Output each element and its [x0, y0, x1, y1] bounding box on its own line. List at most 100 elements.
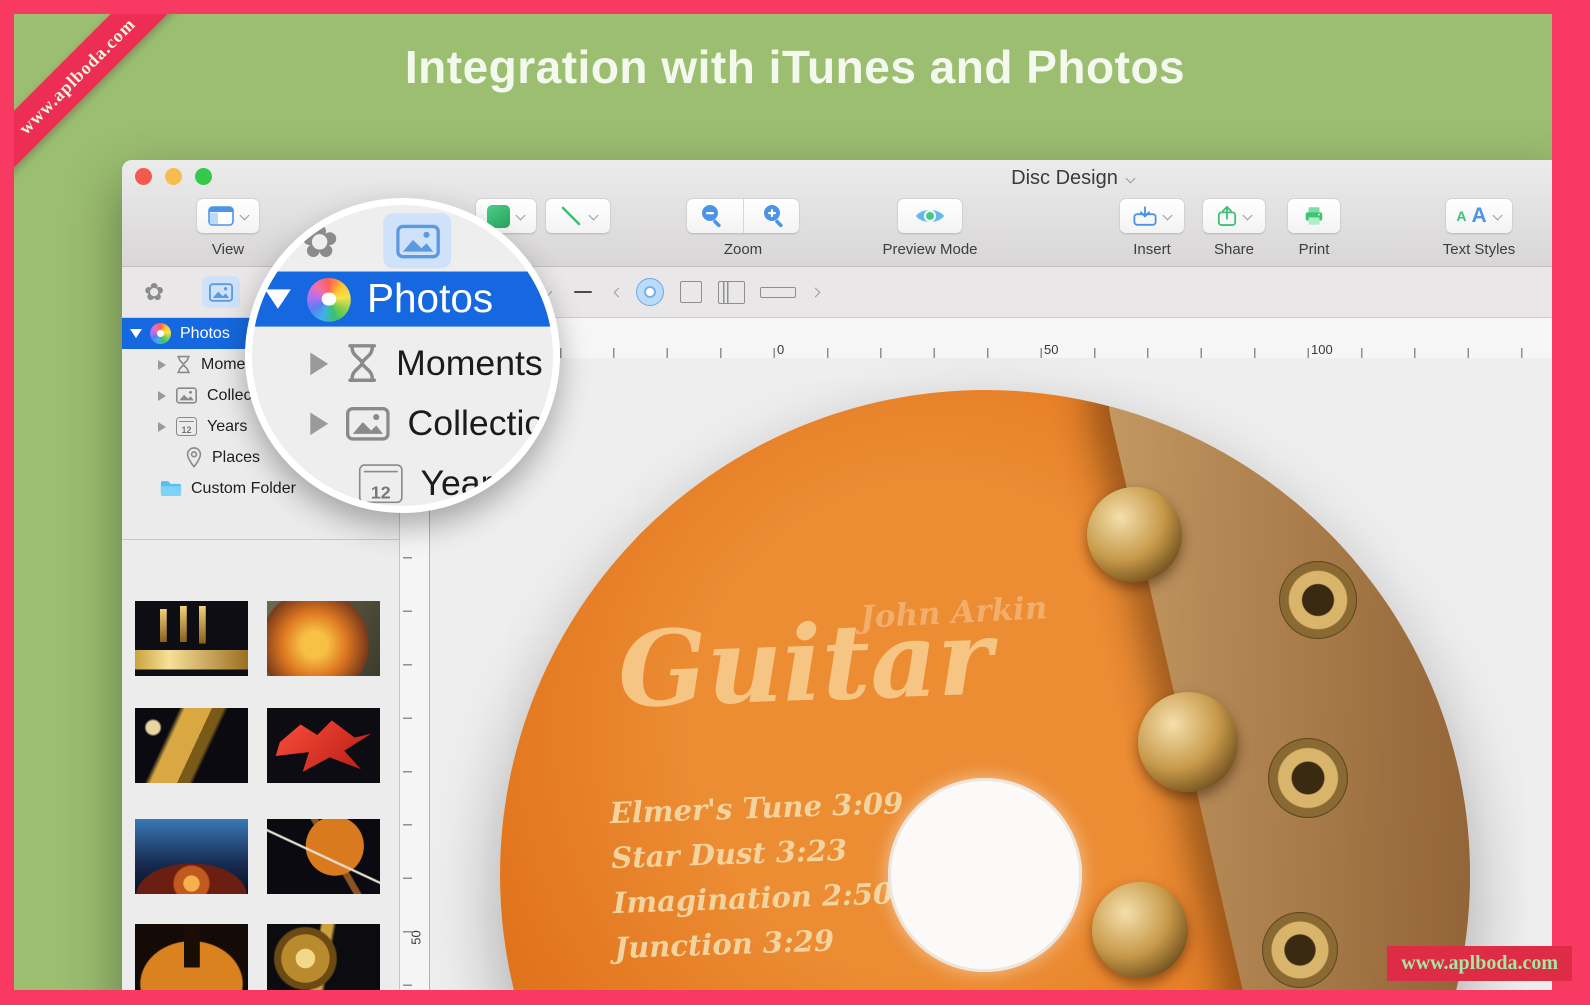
print-button[interactable] — [1287, 198, 1341, 234]
disclosure-closed-icon — [310, 412, 328, 435]
shapes-tab[interactable]: ✿ — [144, 267, 164, 317]
screenshot-frame: Integration with iTunes and Photos www.a… — [0, 0, 1590, 1005]
prev-surface-button[interactable] — [612, 267, 622, 317]
chevron-right-icon — [812, 288, 822, 296]
disclosure-closed-icon[interactable] — [158, 391, 166, 401]
zoom-label: Zoom — [703, 241, 783, 258]
disclosure-closed-icon[interactable] — [158, 360, 166, 370]
insert-icon — [1133, 205, 1157, 227]
window-title[interactable]: Disc Design — [963, 167, 1183, 190]
disclosure-closed-icon — [310, 352, 328, 375]
calendar-icon: 12 — [359, 463, 403, 502]
hourglass-icon — [346, 343, 378, 384]
magnified-tab-bar: ✿ — [252, 198, 560, 268]
photo-thumbnail-violin-bow[interactable] — [267, 819, 380, 894]
booklet-surface-icon — [718, 281, 745, 304]
horizontal-ruler: 0 50 100 — [430, 318, 1570, 359]
line-style-button[interactable] — [545, 198, 611, 234]
disclosure-open-icon[interactable] — [130, 329, 142, 338]
disc-design-object[interactable]: John Arkin Guitar Elmer's Tune 3:09 Star… — [500, 390, 1470, 1005]
photo-thumbnail-trumpet[interactable] — [135, 601, 248, 676]
text-style-a-large: A — [1471, 204, 1486, 228]
chevron-left-icon — [612, 288, 622, 296]
surface-disc-button[interactable] — [636, 267, 664, 317]
text-styles-label: Text Styles — [1419, 241, 1539, 258]
photo-icon — [396, 224, 440, 258]
banner-title: Integration with iTunes and Photos — [0, 40, 1590, 94]
zoom-in-icon — [761, 203, 787, 229]
text-styles-button[interactable]: A A — [1445, 198, 1513, 234]
photo-icon — [176, 387, 197, 404]
photo-thumbnail-saxophone[interactable] — [135, 708, 248, 783]
print-label: Print — [1274, 241, 1354, 258]
next-surface-button[interactable] — [812, 267, 822, 317]
photo-icon — [346, 405, 390, 441]
zoom-in-button[interactable] — [748, 199, 799, 233]
share-button[interactable] — [1202, 198, 1266, 234]
magnifier-callout: ✿ Photos Moments Collections 12 — [245, 198, 560, 513]
photo-icon — [209, 283, 233, 302]
photo-thumbnail-guitar[interactable] — [267, 601, 380, 676]
clover-icon: ✿ — [144, 278, 164, 306]
ruler-tick-label: 50 — [409, 930, 424, 944]
photo-thumbnail-electric-guitar[interactable] — [267, 708, 380, 783]
disc-center-hole — [888, 778, 1082, 972]
tuning-post — [1262, 912, 1338, 988]
magnified-item-years: 12 Years — [252, 459, 560, 506]
chevron-down-icon — [588, 212, 598, 220]
magnified-item-collections: Collections — [252, 400, 560, 447]
photos-app-icon — [150, 323, 171, 344]
magnified-item-photos: Photos — [252, 272, 560, 327]
map-pin-icon — [186, 447, 202, 468]
disclosure-open-icon — [265, 289, 291, 308]
tuning-post — [1268, 738, 1348, 818]
zoom-window-button[interactable] — [195, 168, 212, 185]
photo-thumbnail-violin[interactable] — [135, 924, 248, 999]
spine-surface-icon — [760, 287, 796, 298]
preview-mode-button[interactable] — [897, 198, 963, 234]
preview-mode-label: Preview Mode — [850, 241, 1010, 258]
chevron-down-icon — [239, 212, 249, 220]
photos-tab[interactable] — [202, 267, 240, 317]
insert-button[interactable] — [1119, 198, 1185, 234]
eye-icon — [914, 205, 946, 227]
share-icon — [1217, 204, 1237, 228]
design-canvas[interactable]: John Arkin Guitar Elmer's Tune 3:09 Star… — [430, 358, 1570, 1005]
text-style-a-small: A — [1456, 208, 1466, 224]
square-surface-icon — [680, 281, 702, 303]
hourglass-icon — [176, 355, 191, 374]
surface-booklet-button[interactable] — [718, 267, 745, 317]
tuning-post — [1279, 561, 1357, 639]
zoom-out-icon — [699, 203, 725, 229]
magnified-item-moments: Moments — [252, 340, 560, 387]
photo-browser — [122, 540, 400, 1005]
share-label: Share — [1194, 241, 1274, 258]
photo-thumbnail-trombone[interactable] — [267, 924, 380, 999]
track-item: Junction 3:29 — [614, 916, 909, 971]
disclosure-closed-icon[interactable] — [158, 422, 166, 432]
view-icon — [208, 206, 234, 226]
disc-track-list[interactable]: Elmer's Tune 3:09 Star Dust 3:23 Imagina… — [609, 781, 909, 971]
tuning-peg — [1138, 692, 1238, 792]
ruler-tick-label: 100 — [1311, 342, 1333, 357]
tuning-peg — [1087, 487, 1182, 582]
photo-thumbnail-concert[interactable] — [135, 819, 248, 894]
zoom-group — [686, 198, 800, 234]
minimize-button[interactable] — [165, 168, 182, 185]
separator-dash — [574, 267, 592, 317]
zoom-out-button[interactable] — [687, 199, 738, 233]
disc-album-text[interactable]: Guitar — [616, 596, 994, 732]
surface-case-button[interactable] — [680, 267, 702, 317]
calendar-icon: 12 — [176, 417, 197, 436]
view-button[interactable] — [196, 198, 260, 234]
insert-label: Insert — [1112, 241, 1192, 258]
photos-tab-highlighted — [384, 213, 452, 268]
folder-icon — [160, 480, 182, 497]
ruler-tick-label: 50 — [1044, 342, 1058, 357]
chevron-down-icon — [1492, 212, 1502, 220]
chevron-down-icon — [1162, 212, 1172, 220]
ruler-tick-label: 0 — [777, 342, 784, 357]
surface-spine-button[interactable] — [760, 267, 796, 317]
watermark: www.aplboda.com — [1387, 946, 1572, 981]
close-button[interactable] — [135, 168, 152, 185]
